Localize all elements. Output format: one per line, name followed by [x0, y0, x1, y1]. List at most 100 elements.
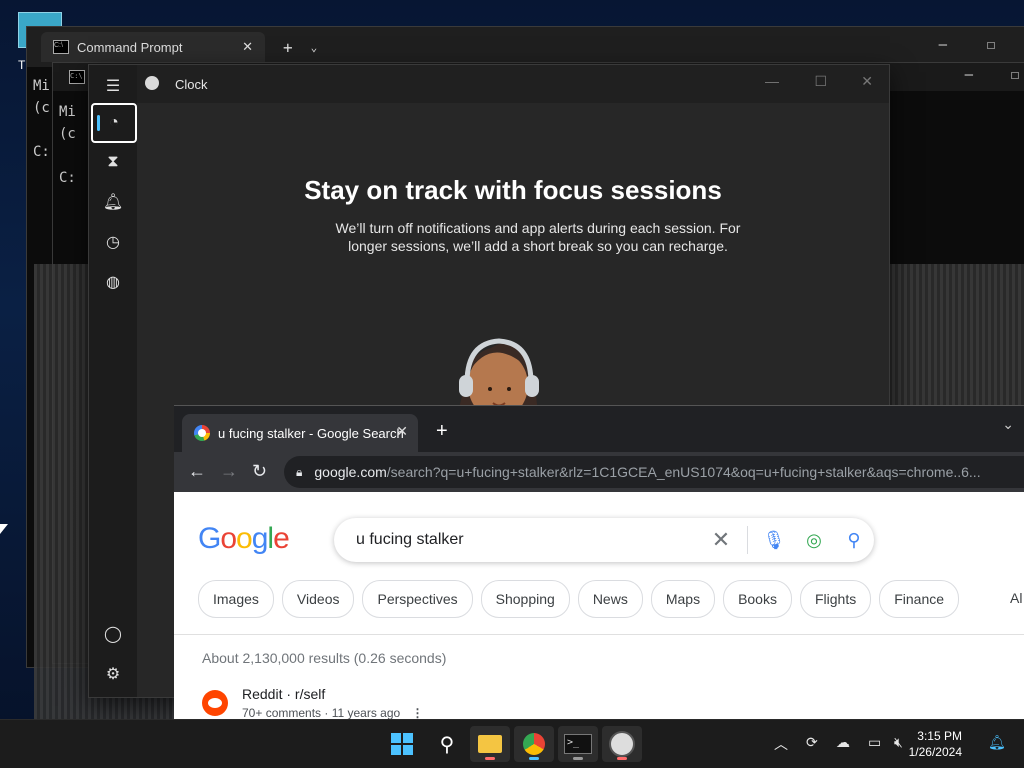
running-indicator — [485, 757, 495, 760]
cmd-line: C: — [33, 144, 50, 160]
url-domain: google.com — [314, 464, 387, 480]
new-tab-icon[interactable]: + — [283, 38, 293, 57]
google-logo[interactable]: Google — [198, 522, 290, 556]
sync-icon[interactable]: ⟳ — [806, 734, 818, 751]
search-input[interactable]: u fucing stalker — [356, 531, 701, 549]
chrome-icon — [523, 733, 545, 755]
focus-subline: We’ll turn off notifications and app ale… — [335, 220, 741, 254]
close-icon[interactable]: ✕ — [396, 423, 408, 440]
show-hidden-icons[interactable]: ︿ — [774, 734, 788, 754]
clock-sidebar: ☰ ◔ ⧗ 🔔︎ ◷ ◍ ◯ ⚙ — [89, 65, 137, 697]
chip-flights[interactable]: Flights — [799, 580, 872, 618]
folder-icon — [478, 735, 502, 753]
more-options-icon[interactable]: ⋮ — [412, 706, 424, 720]
clock-app-title: Clock — [175, 77, 208, 92]
search-divider — [747, 526, 748, 554]
maximize-icon[interactable]: ☐ — [1011, 67, 1019, 83]
cmd-line: C: — [59, 170, 76, 186]
volume-muted-icon[interactable]: 🔇︎ — [894, 734, 903, 751]
start-button[interactable] — [382, 726, 422, 762]
search-icon: ⚲ — [439, 733, 455, 756]
desktop-shortcut-label: T — [18, 58, 26, 72]
gear-icon: ⚙ — [105, 666, 121, 683]
close-icon[interactable]: ✕ — [861, 73, 873, 90]
chip-videos[interactable]: Videos — [281, 580, 355, 618]
terminal-icon: >_ — [564, 734, 592, 754]
taskbar-terminal[interactable]: >_ — [558, 726, 598, 762]
google-results-page: Google u fucing stalker ✕ 🎙︎ ◎ ⚲ Images … — [174, 492, 1024, 726]
chip-finance[interactable]: Finance — [879, 580, 960, 618]
person-icon: ◯ — [104, 626, 122, 643]
search-button[interactable]: ⚲ — [427, 726, 467, 762]
clear-search-icon[interactable]: ✕ — [701, 527, 741, 553]
chip-perspectives[interactable]: Perspectives — [362, 580, 473, 618]
url-path: /search?q=u+fucing+stalker&rlz=1C1GCEA_e… — [386, 464, 981, 480]
cmd-icon: C:\ — [69, 70, 85, 84]
address-bar[interactable]: 🔒︎ google.com /search?q=u+fucing+stalker… — [284, 456, 1024, 488]
cmd-line: (c — [59, 126, 76, 142]
chip-books[interactable]: Books — [723, 580, 792, 618]
cmd-tab-bar: C:\ Command Prompt ✕ + ⌄ — ☐ — [27, 27, 1024, 67]
taskbar-chrome[interactable] — [514, 726, 554, 762]
clock-date: 1/26/2024 — [908, 745, 962, 759]
network-icon[interactable]: ▭ — [868, 734, 881, 751]
hourglass-icon: ⧗ — [107, 153, 119, 170]
taskbar-file-explorer[interactable] — [470, 726, 510, 762]
running-indicator — [573, 757, 583, 760]
clock-time: 3:15 PM — [917, 729, 962, 743]
mouse-cursor — [0, 524, 8, 534]
chrome-tab-strip: u fucing stalker - Google Search ✕ + ⌄ — [174, 406, 1024, 452]
cmd-line — [33, 119, 50, 141]
microphone-icon[interactable]: 🎙︎ — [754, 530, 794, 551]
nav-world-clock[interactable]: ◍ — [91, 263, 135, 301]
windows-logo-icon — [391, 733, 413, 755]
onedrive-icon[interactable]: ☁ — [836, 734, 850, 751]
chip-images[interactable]: Images — [198, 580, 274, 618]
google-favicon-icon — [194, 425, 210, 441]
system-clock[interactable]: 3:15 PM 1/26/2024 — [909, 728, 962, 760]
taskbar-clock[interactable] — [602, 726, 642, 762]
chevron-down-icon[interactable]: ⌄ — [1002, 416, 1014, 433]
chrome-tab[interactable]: u fucing stalker - Google Search ✕ — [182, 414, 418, 452]
stopwatch-icon: ◷ — [106, 234, 120, 251]
minimize-icon[interactable]: — — [765, 73, 779, 89]
cmd-tab[interactable]: C:\ Command Prompt ✕ — [41, 32, 265, 62]
chrome-window[interactable]: u fucing stalker - Google Search ✕ + ⌄ ←… — [174, 405, 1024, 726]
google-lens-icon[interactable]: ◎ — [794, 530, 834, 551]
result-stats: About 2,130,000 results (0.26 seconds) — [202, 650, 447, 666]
chrome-toolbar: ← → ↻ 🔒︎ google.com /search?q=u+fucing+s… — [174, 452, 1024, 492]
taskbar: ⚲ >_ ︿ ⟳ ☁ ▭ 🔇︎ 3:15 PM 1/26/2024 🔔︎ — [0, 719, 1024, 768]
back-icon[interactable]: ← — [188, 461, 206, 482]
forward-icon[interactable]: → — [220, 461, 238, 482]
cmd-line — [59, 145, 76, 167]
search-box[interactable]: u fucing stalker ✕ 🎙︎ ◎ ⚲ — [334, 518, 874, 562]
maximize-icon[interactable]: ☐ — [814, 73, 827, 90]
chip-shopping[interactable]: Shopping — [480, 580, 570, 618]
nav-alarm[interactable]: 🔔︎ — [91, 183, 135, 221]
close-icon[interactable]: ✕ — [242, 39, 253, 55]
minimize-icon[interactable]: — — [939, 37, 947, 53]
search-icon[interactable]: ⚲ — [834, 530, 874, 551]
nav-focus-sessions[interactable]: ◔ — [91, 103, 137, 143]
cmd-line: (c — [33, 100, 50, 116]
maximize-icon[interactable]: ☐ — [987, 37, 995, 53]
reload-icon[interactable]: ↻ — [252, 461, 267, 482]
results-divider — [174, 634, 1024, 635]
clock-app-icon — [609, 731, 635, 757]
nav-stopwatch[interactable]: ◷ — [91, 223, 135, 261]
cmd-line: Mi — [33, 78, 50, 94]
focus-headline: Stay on track with focus sessions — [304, 175, 722, 205]
settings-button[interactable]: ⚙ — [91, 655, 135, 693]
notification-bell-icon[interactable]: 🔔︎ — [988, 734, 1006, 751]
chip-news[interactable]: News — [577, 580, 643, 618]
account-button[interactable]: ◯ — [91, 615, 135, 653]
result-site[interactable]: Reddit · r/self — [242, 686, 325, 702]
new-tab-button[interactable]: + — [436, 420, 448, 443]
chevron-down-icon[interactable]: ⌄ — [311, 41, 318, 54]
cmd-tab-title: Command Prompt — [77, 39, 183, 55]
minimize-icon[interactable]: — — [965, 67, 973, 83]
nav-timer[interactable]: ⧗ — [91, 143, 135, 181]
chip-maps[interactable]: Maps — [650, 580, 716, 618]
clock-app-icon — [145, 76, 159, 90]
chip-all-filters[interactable]: Al — [1010, 590, 1022, 606]
